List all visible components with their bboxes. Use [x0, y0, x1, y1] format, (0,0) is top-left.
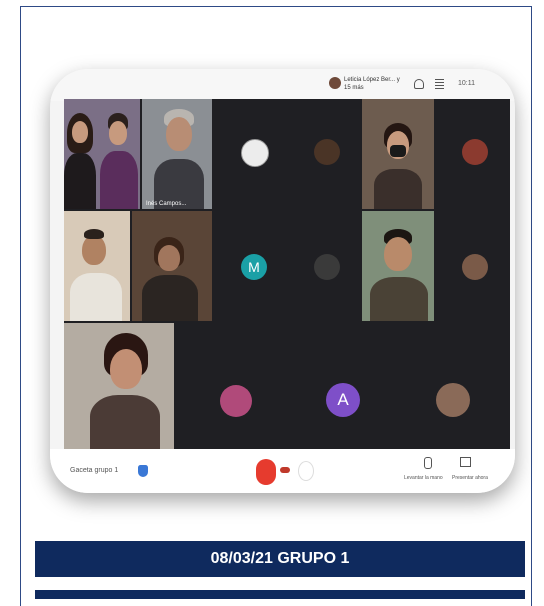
- raise-hand-icon[interactable]: [424, 457, 432, 469]
- participant-avatar: [436, 383, 470, 417]
- presenter-label: Leticia López Ber... y 15 más: [344, 77, 400, 91]
- people-icon[interactable]: [414, 79, 424, 89]
- caption-bar: 08/03/21 GRUPO 1: [35, 541, 525, 577]
- presenter-avatar: [329, 77, 341, 89]
- present-icon[interactable]: [460, 457, 471, 467]
- mic-off-button[interactable]: [256, 459, 276, 485]
- participant-tile: [64, 99, 140, 209]
- meeting-name-label: Gaceta grupo 1: [70, 467, 119, 474]
- participant-tile: [132, 211, 212, 321]
- participant-name: Inés Campos...: [146, 201, 187, 207]
- participant-avatar: [314, 254, 340, 280]
- participant-avatar: [314, 139, 340, 165]
- meeting-topbar: Leticia López Ber... y 15 más 10:11: [50, 69, 515, 101]
- chat-icon[interactable]: [435, 79, 444, 89]
- meeting-screenshot: Leticia López Ber... y 15 más 10:11 Inés…: [50, 69, 515, 493]
- participant-avatar: [220, 385, 252, 417]
- participant-tile: [362, 99, 434, 209]
- participant-grid: Inés Campos... M A: [64, 99, 510, 449]
- participant-avatar-m: M: [241, 254, 267, 280]
- camera-button[interactable]: [298, 461, 314, 481]
- participant-tile: Inés Campos...: [142, 99, 212, 209]
- raise-hand-label: Levantar la mano: [404, 475, 443, 481]
- participant-avatar-a: A: [326, 383, 360, 417]
- shield-icon[interactable]: [138, 465, 148, 477]
- participant-tile: [64, 211, 130, 321]
- footer-bar: [35, 590, 525, 599]
- meeting-controls: Gaceta grupo 1 Levantar la mano Presenta…: [50, 449, 515, 493]
- participant-avatar: [241, 139, 269, 167]
- clock-text: 10:11: [458, 80, 475, 87]
- end-call-button[interactable]: [280, 467, 290, 473]
- participant-avatar: [462, 254, 488, 280]
- participant-avatar: [462, 139, 488, 165]
- participant-tile: [362, 211, 434, 321]
- present-label: Presentar ahora: [452, 475, 488, 481]
- caption-text: 08/03/21 GRUPO 1: [210, 550, 350, 567]
- participant-tile: [64, 323, 174, 449]
